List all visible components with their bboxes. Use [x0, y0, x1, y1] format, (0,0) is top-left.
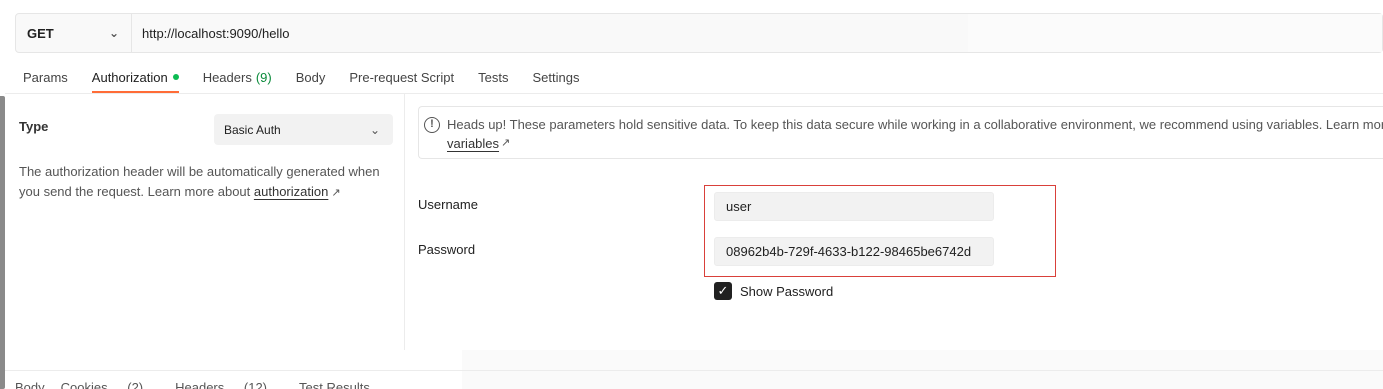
url-text: http://localhost:9090/hello: [142, 25, 290, 41]
chevron-down-icon: ⌄: [369, 122, 380, 137]
variables-link[interactable]: variables: [447, 136, 499, 151]
auth-type-select[interactable]: Basic Auth ⌄: [214, 114, 393, 145]
username-field[interactable]: user: [714, 192, 994, 221]
type-label: Type: [19, 119, 49, 134]
tab-response-headers[interactable]: Headers (12): [175, 380, 283, 389]
arrow-up-right-icon: ↗: [501, 137, 511, 149]
show-password-label: Show Password: [740, 284, 834, 299]
method-select[interactable]: GET ⌄: [16, 14, 132, 52]
tab-tests[interactable]: Tests: [478, 60, 508, 94]
method-label: GET: [27, 25, 54, 41]
tab-cookies[interactable]: Cookies (2): [61, 380, 159, 389]
url-bar: GET ⌄ http://localhost:9090/hello: [15, 13, 1383, 53]
chevron-down-icon: ⌄: [108, 26, 119, 40]
tab-test-results[interactable]: Test Results: [299, 380, 370, 389]
sensitive-data-notice: ! Heads up! These parameters hold sensit…: [418, 106, 1383, 159]
response-tabs: Body Cookies (2) Headers (12) Test Resul…: [15, 380, 386, 389]
status-dot-icon: [172, 74, 179, 80]
tab-headers[interactable]: Headers (9): [203, 60, 272, 94]
password-label: Password: [418, 242, 476, 257]
info-icon: !: [424, 117, 440, 133]
tab-pre-request-script[interactable]: Pre-request Script: [349, 60, 454, 94]
username-label: Username: [418, 197, 478, 212]
show-password-checkbox[interactable]: ✓: [714, 282, 732, 300]
arrow-up-right-icon: ↗: [331, 187, 341, 199]
divider: [5, 370, 1383, 371]
auth-type-value: Basic Auth: [224, 122, 281, 137]
auth-type-panel: Type Basic Auth ⌄ The authorization head…: [5, 94, 405, 350]
headers-count: (9): [255, 69, 272, 85]
tab-settings[interactable]: Settings: [532, 60, 579, 94]
tab-params[interactable]: Params: [23, 60, 68, 94]
auth-description: The authorization header will be automat…: [19, 164, 380, 199]
tab-body[interactable]: Body: [296, 60, 326, 94]
tab-response-body[interactable]: Body: [15, 380, 45, 389]
blurred-region: [968, 14, 1382, 52]
password-field[interactable]: 08962b4b-729f-4633-b122-98465be6742d: [714, 237, 994, 266]
notice-text: Heads up! These parameters hold sensitiv…: [447, 117, 1383, 132]
authorization-link[interactable]: authorization: [254, 184, 328, 199]
tab-authorization[interactable]: Authorization: [91, 60, 179, 94]
request-tabs: Params Authorization Headers (9) Body Pre…: [23, 60, 603, 94]
